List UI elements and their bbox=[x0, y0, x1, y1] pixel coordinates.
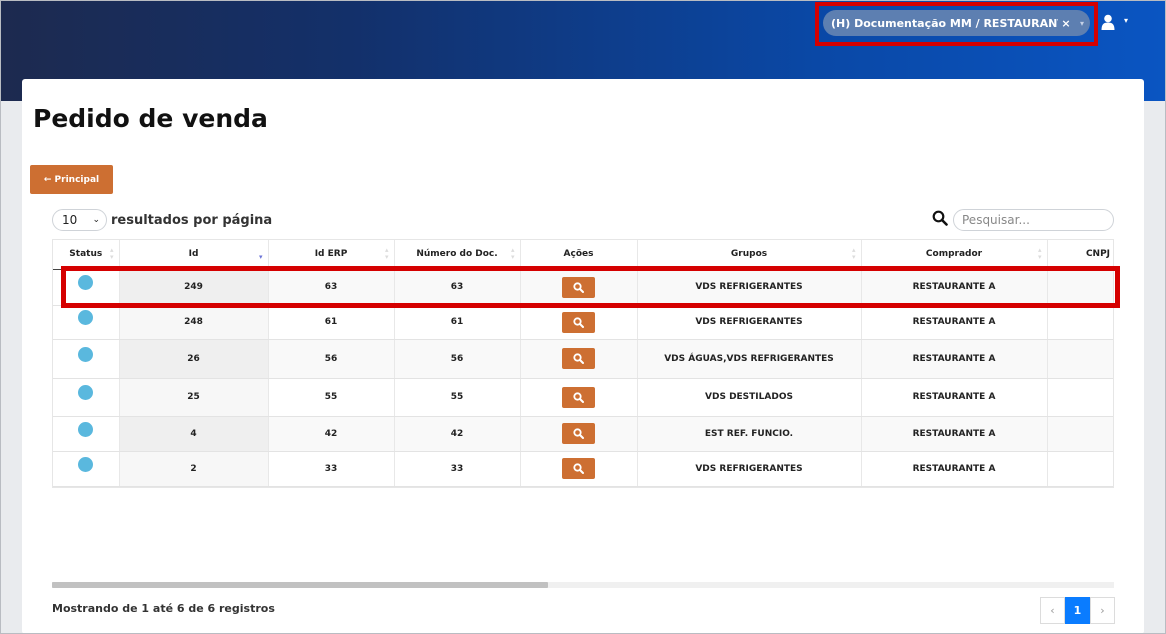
cell-id: 26 bbox=[119, 339, 269, 379]
cell-id: 25 bbox=[119, 378, 269, 417]
cell-acoes bbox=[520, 416, 638, 452]
search-icon bbox=[573, 353, 584, 364]
status-indicator-icon bbox=[78, 456, 94, 472]
column-header-grupos[interactable]: Grupos ▴ ▾ bbox=[637, 240, 862, 270]
column-header-comprador[interactable]: Comprador ▴ ▾ bbox=[861, 240, 1048, 270]
sort-desc-icon: ▾ bbox=[258, 253, 263, 261]
main-card: Pedido de venda ← Principal 10 ⌄ resulta… bbox=[22, 79, 1144, 634]
cell-grupos: VDS REFRIGERANTES bbox=[637, 451, 862, 487]
cell-id: 248 bbox=[119, 305, 269, 340]
cell-acoes bbox=[520, 339, 638, 379]
row-highlight bbox=[61, 266, 1120, 308]
cell-numero-doc: 61 bbox=[394, 305, 521, 340]
search-icon bbox=[573, 463, 584, 474]
sort-icon: ▴ ▾ bbox=[1037, 246, 1042, 261]
status-cell bbox=[53, 451, 120, 487]
cell-comprador: RESTAURANTE A bbox=[861, 416, 1048, 452]
status-cell bbox=[53, 339, 120, 379]
cell-numero-doc: 42 bbox=[394, 416, 521, 452]
table-row: 44242EST REF. FUNCIO.RESTAURANTE A999 bbox=[53, 416, 1113, 452]
column-header-status[interactable]: Status ▴ ▾ bbox=[53, 240, 120, 270]
view-button[interactable] bbox=[562, 458, 595, 479]
column-header-numero-doc[interactable]: Número do Doc. ▴ ▾ bbox=[394, 240, 521, 270]
cell-id-erp: 55 bbox=[268, 378, 395, 417]
principal-button[interactable]: ← Principal bbox=[30, 165, 113, 194]
cell-comprador: RESTAURANTE A bbox=[861, 339, 1048, 379]
cell-cnpj: 999 bbox=[1047, 451, 1113, 487]
view-button[interactable] bbox=[562, 311, 595, 333]
cell-id-erp: 33 bbox=[268, 451, 395, 487]
sort-icon: ▴ ▾ bbox=[851, 246, 856, 261]
page-length-control: 10 ⌄ resultados por página bbox=[52, 209, 272, 231]
cell-cnpj: 999 bbox=[1047, 339, 1113, 379]
view-button[interactable] bbox=[562, 423, 595, 444]
column-header-cnpj[interactable]: CNPJ bbox=[1047, 240, 1113, 270]
column-header-id[interactable]: Id ▾ bbox=[119, 240, 269, 270]
sort-icon: ▴ ▾ bbox=[109, 246, 114, 261]
pagination-prev-button[interactable]: ‹ bbox=[1040, 597, 1065, 624]
cell-grupos: VDS DESTILADOS bbox=[637, 378, 862, 417]
cell-acoes bbox=[520, 305, 638, 340]
page-length-select[interactable]: 10 ⌄ bbox=[52, 209, 107, 231]
page-length-label: resultados por página bbox=[111, 212, 273, 228]
column-header-acoes: Ações bbox=[520, 240, 638, 270]
page-length-value: 10 bbox=[62, 213, 78, 227]
search-icon bbox=[573, 391, 584, 403]
cell-numero-doc: 56 bbox=[394, 339, 521, 379]
cell-id: 4 bbox=[119, 416, 269, 452]
cell-id-erp: 56 bbox=[268, 339, 395, 379]
cell-acoes bbox=[520, 378, 638, 417]
page-title: Pedido de venda bbox=[33, 104, 268, 133]
cell-grupos: VDS ÁGUAS,VDS REFRIGERANTES bbox=[637, 339, 862, 379]
status-cell bbox=[53, 305, 120, 340]
table-info: Mostrando de 1 até 6 de 6 registros bbox=[52, 602, 275, 615]
cell-grupos: EST REF. FUNCIO. bbox=[637, 416, 862, 452]
cell-id-erp: 61 bbox=[268, 305, 395, 340]
status-cell bbox=[53, 416, 120, 452]
cell-comprador: RESTAURANTE A bbox=[861, 378, 1048, 417]
cell-comprador: RESTAURANTE A bbox=[861, 305, 1048, 340]
cell-cnpj: 999 bbox=[1047, 416, 1113, 452]
cell-acoes bbox=[520, 451, 638, 487]
cell-numero-doc: 55 bbox=[394, 378, 521, 417]
view-button[interactable] bbox=[562, 386, 595, 408]
table-row: 2486161VDS REFRIGERANTESRESTAURANTE A999 bbox=[53, 305, 1113, 340]
view-button[interactable] bbox=[562, 348, 595, 369]
horizontal-scrollbar[interactable] bbox=[52, 582, 1114, 588]
sort-icon: ▴ ▾ bbox=[510, 246, 515, 261]
cell-cnpj: 999 bbox=[1047, 305, 1113, 340]
cell-comprador: RESTAURANTE A bbox=[861, 451, 1048, 487]
cell-numero-doc: 33 bbox=[394, 451, 521, 487]
pagination-page-button[interactable]: 1 bbox=[1065, 597, 1090, 624]
table-row: 23333VDS REFRIGERANTESRESTAURANTE A999 bbox=[53, 451, 1113, 487]
table-header-row: Status ▴ ▾ Id ▾ Id ERP ▴ ▾ Número do Doc. ▴ ▾ A… bbox=[53, 240, 1113, 270]
status-indicator-icon bbox=[78, 310, 94, 325]
search-icon bbox=[573, 428, 584, 439]
table-row: 255555VDS DESTILADOSRESTAURANTE A999 bbox=[53, 378, 1113, 417]
chevron-down-icon: ⌄ bbox=[92, 215, 100, 225]
search-input[interactable] bbox=[953, 209, 1114, 231]
pagination: ‹ 1 › bbox=[1040, 597, 1115, 624]
user-menu-chevron-icon[interactable]: ▾ bbox=[1124, 16, 1128, 25]
pagination-next-button[interactable]: › bbox=[1090, 597, 1115, 624]
column-header-id-erp[interactable]: Id ERP ▴ ▾ bbox=[268, 240, 395, 270]
scrollbar-thumb[interactable] bbox=[52, 582, 548, 588]
cell-grupos: VDS REFRIGERANTES bbox=[637, 305, 862, 340]
user-icon[interactable] bbox=[1101, 14, 1115, 30]
cell-id-erp: 42 bbox=[268, 416, 395, 452]
status-indicator-icon bbox=[78, 421, 94, 437]
company-selector-highlight bbox=[815, 2, 1098, 46]
table-row: 26 56 56 VDS ÁGUAS,VDS REFRIGERANTES RESTAUR… bbox=[53, 339, 1113, 379]
search-icon bbox=[932, 210, 948, 226]
status-indicator-icon bbox=[78, 385, 94, 400]
search-icon bbox=[573, 316, 584, 328]
status-cell bbox=[53, 378, 120, 417]
status-indicator-icon bbox=[78, 346, 94, 362]
sort-icon: ▴ ▾ bbox=[384, 246, 389, 261]
cell-cnpj: 999 bbox=[1047, 378, 1113, 417]
cell-id: 2 bbox=[119, 451, 269, 487]
